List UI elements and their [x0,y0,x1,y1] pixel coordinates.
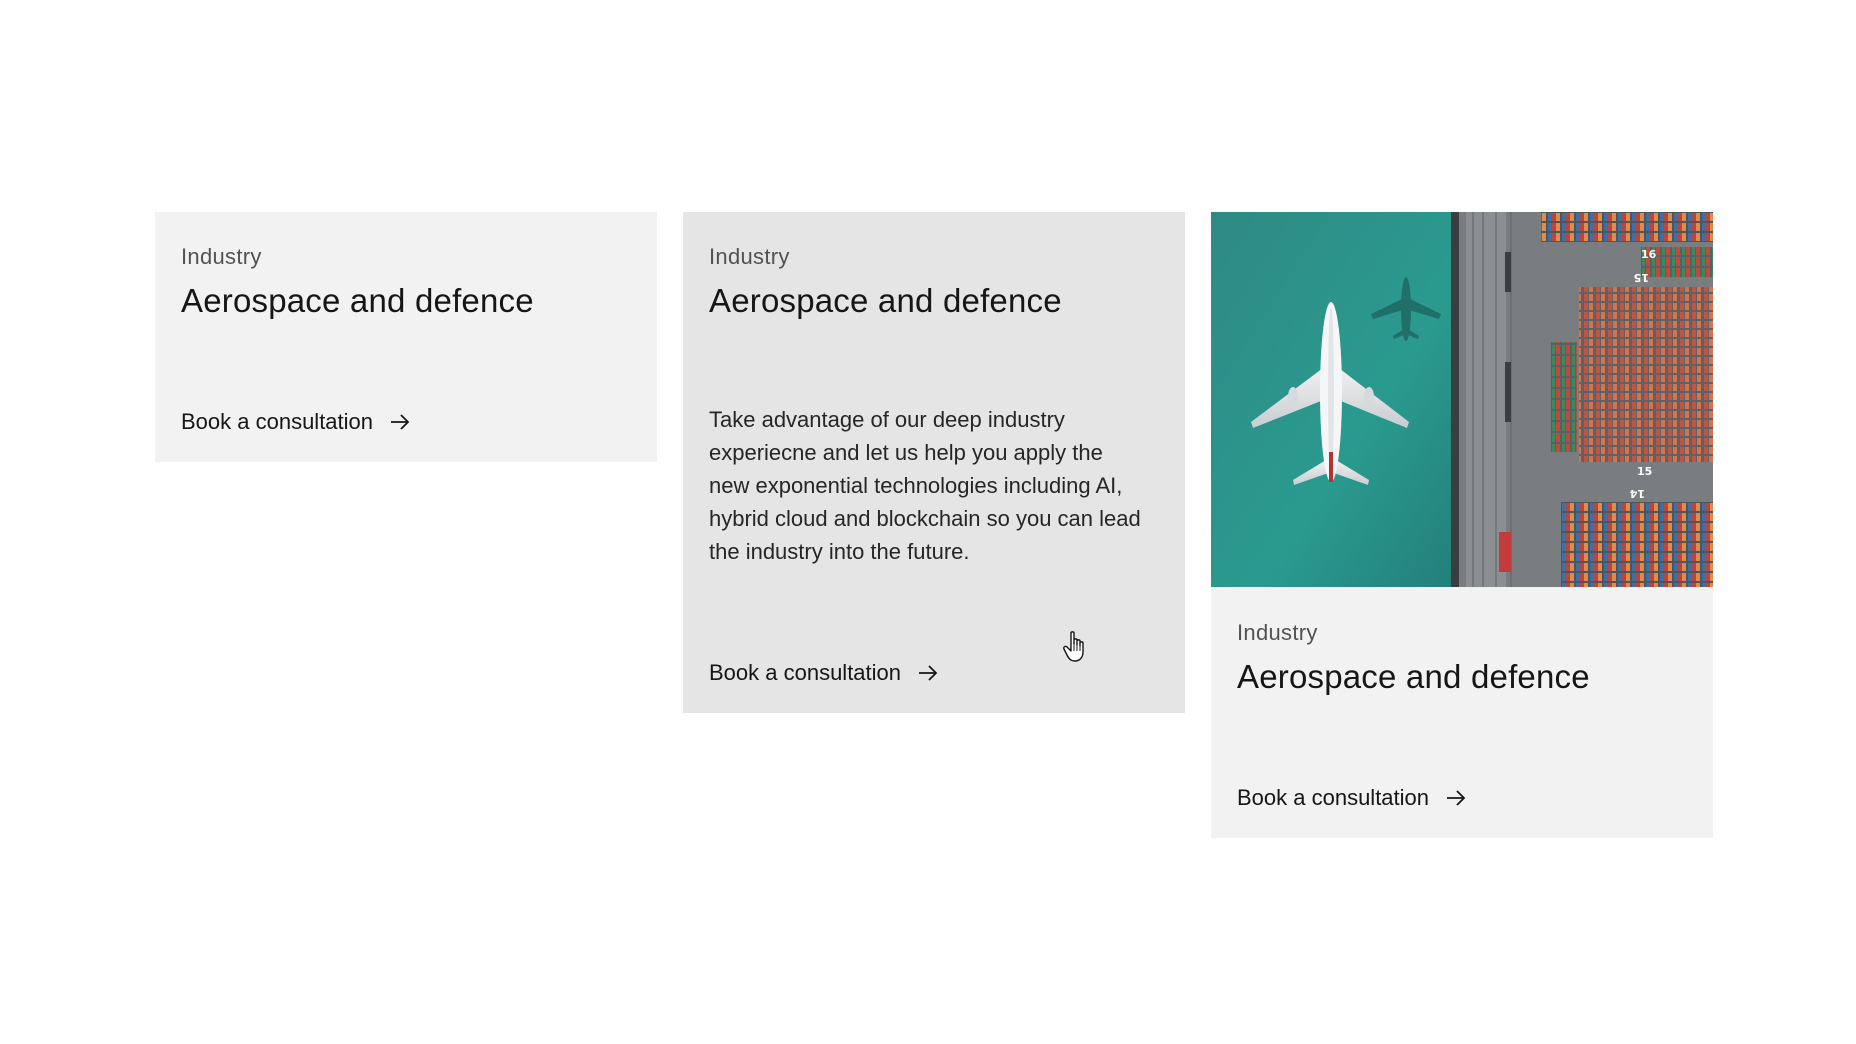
book-consultation-link[interactable]: Book a consultation [709,660,939,686]
card-heading: Aerospace and defence [181,282,534,319]
card-eyebrow: Industry [1237,620,1318,645]
image-label: 15 [1637,465,1652,478]
book-consultation-link[interactable]: Book a consultation [1237,785,1467,811]
industry-card-3[interactable]: 16 15 15 14 Industry Aerospace and defen… [1211,212,1713,838]
cta-label: Book a consultation [709,660,902,685]
cta-label: Book a consultation [1237,785,1430,810]
card-eyebrow: Industry [709,244,790,269]
book-consultation-link[interactable]: Book a consultation [181,409,411,435]
industry-card-1[interactable]: Industry Aerospace and defence Book a co… [155,212,657,462]
card-image-airplane-port: 16 15 15 14 [1211,212,1713,587]
card-heading: Aerospace and defence [709,282,1062,319]
card-description: Take advantage of our deep industry expe… [709,407,1141,564]
arrow-right-icon [919,665,938,681]
industry-card-2[interactable]: Industry Aerospace and defence Take adva… [683,212,1185,713]
arrow-right-icon [391,414,410,430]
card-eyebrow: Industry [181,244,262,269]
image-label: 16 [1641,248,1657,261]
image-label: 14 [1629,487,1645,500]
card-group: Industry Aerospace and defence Book a co… [0,0,1856,1044]
arrow-right-icon [1447,790,1466,806]
hand-pointer-icon [1063,631,1084,662]
image-label: 15 [1634,271,1649,284]
airplane-port-illustration: 16 15 15 14 [1211,212,1713,587]
cta-label: Book a consultation [181,409,374,434]
card-heading: Aerospace and defence [1237,658,1590,695]
